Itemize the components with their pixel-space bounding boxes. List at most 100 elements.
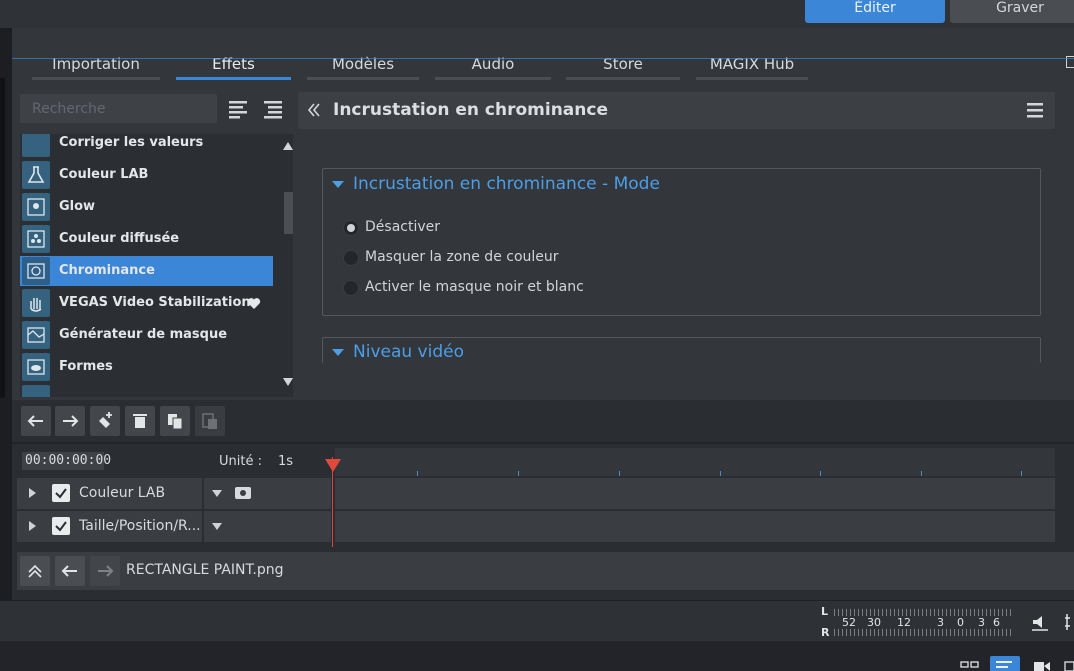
next-button[interactable] [90, 556, 120, 586]
copy-icon [168, 414, 183, 430]
meter-scale-label: 6 [993, 616, 1000, 629]
flask-icon [22, 161, 50, 189]
menu-icon[interactable] [1026, 102, 1044, 118]
edit-mode-button[interactable]: Éditer [805, 0, 945, 23]
expand-icon[interactable] [29, 521, 36, 531]
scroll-down-icon[interactable] [283, 378, 293, 386]
unit-value[interactable]: 1s [278, 454, 293, 469]
burn-mode-button[interactable]: Graver [950, 0, 1074, 23]
radio-button[interactable] [343, 250, 359, 266]
meter-left-label: L [821, 605, 829, 618]
trash-icon [133, 414, 147, 428]
camera-icon[interactable] [235, 487, 251, 499]
list-item-selected[interactable]: Chrominance [20, 256, 273, 286]
arrow-right-icon [98, 565, 114, 577]
scroll-thumb[interactable] [284, 192, 293, 234]
media-pool-panel: Importation Effets Modèles Audio Store M… [12, 28, 1074, 400]
meter-scale-label: 30 [867, 616, 881, 629]
back-double-chevron-icon[interactable] [307, 103, 321, 117]
unit-label: Unité : [219, 454, 262, 469]
view-switcher-bar [0, 641, 1074, 671]
tab-underline [12, 58, 1074, 59]
meter-scale-label: 3 [978, 616, 985, 629]
arrow-left-icon [27, 415, 43, 427]
arrow-left-button[interactable] [21, 406, 51, 436]
list-item[interactable]: Formes [20, 352, 273, 382]
timecode-display[interactable]: 00:00:00:00 [22, 452, 111, 470]
track-checkbox[interactable] [52, 517, 70, 535]
paste-button[interactable] [195, 406, 225, 436]
checkmark-icon [55, 488, 67, 499]
audio-meter-right [834, 629, 1014, 636]
storyboard-view-icon[interactable] [960, 660, 980, 671]
search-input[interactable] [20, 94, 217, 123]
effect-panel-title: Incrustation en chrominance [333, 100, 608, 120]
collapse-caret-icon[interactable] [332, 181, 344, 188]
track-lane[interactable] [335, 511, 1055, 542]
mask-generator-icon [22, 321, 50, 349]
shapes-icon [22, 353, 50, 381]
hand-stabilization-icon [22, 289, 50, 317]
delete-button[interactable] [125, 406, 155, 436]
track-lane[interactable] [335, 478, 1055, 509]
list-item[interactable]: VEGAS Video Stabilization [20, 288, 273, 318]
meter-scale-label: 3 [937, 616, 944, 629]
top-bar: Éditer Graver [0, 0, 1074, 28]
audio-meter-left [834, 609, 1014, 616]
time-ruler[interactable] [335, 448, 1055, 476]
left-strip [0, 28, 12, 600]
camera-view-icon[interactable] [1033, 660, 1051, 671]
effects-list: Corriger les valeurs Couleur LAB Glow Co… [20, 134, 293, 397]
group-title[interactable]: Incrustation en chrominance - Mode [353, 174, 660, 194]
heart-icon[interactable] [247, 297, 261, 310]
video-level-group: Niveau vidéo [322, 337, 1041, 363]
arrow-right-icon [63, 415, 79, 427]
previous-button[interactable] [55, 556, 85, 586]
dropdown-icon[interactable] [212, 490, 222, 497]
copy-button[interactable] [160, 406, 190, 436]
navigation-bar: RECTANGLE PAINT.png [17, 552, 1074, 590]
dropdown-icon[interactable] [212, 523, 222, 530]
levels-icon [22, 134, 50, 157]
collapse-caret-icon[interactable] [332, 349, 344, 356]
chroma-key-icon [22, 257, 50, 285]
meter-scale-label: 12 [897, 616, 911, 629]
sort-list-icon[interactable] [226, 97, 250, 121]
double-chevron-up-icon [28, 564, 42, 578]
meter-scale-label: 0 [957, 616, 964, 629]
more-view-icon[interactable] [1064, 660, 1074, 671]
add-keyframe-button[interactable] [90, 406, 120, 436]
group-title[interactable]: Niveau vidéo [353, 342, 464, 362]
up-button[interactable] [20, 556, 50, 586]
effect-panel-header: Incrustation en chrominance [298, 92, 1055, 129]
timeline-view-button[interactable] [990, 656, 1020, 671]
list-item[interactable]: Glow [20, 192, 273, 222]
list-item[interactable]: Couleur diffusée [20, 224, 273, 254]
track-checkbox[interactable] [52, 484, 70, 502]
list-scrollbar[interactable] [282, 134, 293, 397]
expand-icon[interactable] [29, 488, 36, 498]
playhead-marker[interactable] [325, 459, 341, 472]
diffuse-color-icon [22, 225, 50, 253]
scroll-up-icon[interactable] [283, 142, 293, 150]
arrow-right-button[interactable] [55, 406, 85, 436]
track-row-couleur-lab: Couleur LAB [17, 478, 1055, 509]
add-keyframe-icon [99, 412, 112, 428]
track-name: Couleur LAB [79, 485, 166, 501]
timeline-view-icon [996, 661, 1012, 668]
list-item[interactable]: Couleur LAB [20, 160, 273, 190]
list-item[interactable] [20, 384, 273, 397]
paste-icon [202, 413, 217, 429]
track-row-size-position: Taille/Position/R... [17, 511, 1055, 542]
tree-view-icon[interactable] [261, 97, 285, 121]
speaker-icon[interactable] [1031, 613, 1049, 631]
radio-button[interactable] [343, 220, 359, 236]
list-item[interactable]: Corriger les valeurs [20, 134, 273, 158]
list-item[interactable]: Générateur de masque [20, 320, 273, 350]
radio-button[interactable] [343, 280, 359, 296]
effects-timeline: 00:00:00:00 Unité : 1s Couleur LAB Taill… [12, 400, 1074, 600]
checkmark-icon [55, 521, 67, 532]
meter-right-label: R [821, 626, 830, 639]
mixer-icon[interactable] [1064, 612, 1074, 632]
meter-scale-label: 52 [842, 616, 856, 629]
